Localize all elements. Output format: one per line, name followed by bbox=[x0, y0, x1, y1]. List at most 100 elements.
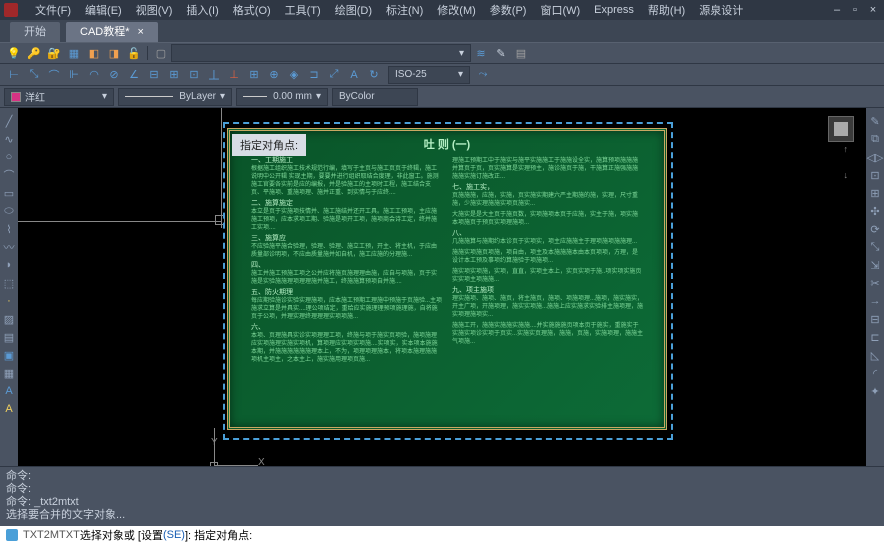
dimstyle-manager-icon[interactable]: ⤳ bbox=[474, 66, 492, 84]
update-icon[interactable]: ↻ bbox=[365, 66, 383, 84]
point-tool-icon[interactable]: · bbox=[2, 294, 16, 308]
rotate-tool-icon[interactable]: ⟳ bbox=[868, 222, 882, 236]
copy-tool-icon[interactable]: ⧉ bbox=[868, 132, 882, 146]
circle-tool-icon[interactable]: ○ bbox=[2, 150, 16, 164]
tab-start[interactable]: 开始 bbox=[10, 22, 60, 42]
offset-tool-icon[interactable]: ⊡ bbox=[868, 168, 882, 182]
window-restore[interactable]: ▫ bbox=[848, 3, 862, 17]
spline-tool-icon[interactable]: 〰 bbox=[2, 240, 16, 254]
menu-dim[interactable]: 标注(N) bbox=[379, 2, 430, 18]
hatch-tool-icon[interactable]: ▨ bbox=[2, 312, 16, 326]
window-close[interactable]: × bbox=[866, 3, 880, 17]
crosshair-horizontal bbox=[18, 221, 221, 222]
layer-dropdown[interactable]: ▾ bbox=[171, 44, 471, 62]
dim-break-icon[interactable]: ⊥ bbox=[225, 66, 243, 84]
ins-tool-icon[interactable]: A bbox=[2, 402, 16, 416]
state-icon[interactable]: ▤ bbox=[512, 44, 530, 62]
menu-window[interactable]: 窗口(W) bbox=[533, 2, 587, 18]
command-history: 命令: 命令: 命令: _txt2mtxt 选择要合并的文字对象... bbox=[0, 466, 884, 526]
menu-insert[interactable]: 插入(I) bbox=[179, 2, 225, 18]
window-icon[interactable]: ▦ bbox=[65, 44, 83, 62]
chamfer-tool-icon[interactable]: ◺ bbox=[868, 348, 882, 362]
layers-icon[interactable]: ≋ bbox=[472, 44, 490, 62]
dimtedit-icon[interactable]: A bbox=[345, 66, 363, 84]
dimedit-icon[interactable]: ⤢ bbox=[325, 66, 343, 84]
menu-view[interactable]: 视图(V) bbox=[129, 2, 180, 18]
key-icon[interactable]: 🔑 bbox=[25, 44, 43, 62]
box-icon[interactable]: ▢ bbox=[152, 44, 170, 62]
inspect-icon[interactable]: ◈ bbox=[285, 66, 303, 84]
dim-aligned-icon[interactable]: ⤡ bbox=[25, 66, 43, 84]
explode-tool-icon[interactable]: ✦ bbox=[868, 384, 882, 398]
app-logo bbox=[4, 3, 18, 17]
dim-quick-icon[interactable]: ⊟ bbox=[145, 66, 163, 84]
menu-modify[interactable]: 修改(M) bbox=[430, 2, 483, 18]
sq1-icon[interactable]: ◧ bbox=[85, 44, 103, 62]
tolerance-icon[interactable]: ⊞ bbox=[245, 66, 263, 84]
key2-icon[interactable]: 🔐 bbox=[45, 44, 63, 62]
ellipsearc-tool-icon[interactable]: ◗ bbox=[2, 258, 16, 272]
polyline-tool-icon[interactable]: ∿ bbox=[2, 132, 16, 146]
menu-yuanquan[interactable]: 源泉设计 bbox=[692, 2, 750, 18]
menu-express[interactable]: Express bbox=[587, 4, 641, 16]
table-tool-icon[interactable]: ▦ bbox=[2, 366, 16, 380]
color-dropdown[interactable]: 洋红▾ bbox=[4, 88, 114, 106]
command-text2: ]: 指定对角点: bbox=[185, 527, 252, 543]
command-input[interactable]: TXT2MTXT 选择对象或 [设置 (SE) ]: 指定对角点: bbox=[0, 526, 884, 544]
dim-ordinate-icon[interactable]: ⊩ bbox=[65, 66, 83, 84]
sq2-icon[interactable]: ◨ bbox=[105, 44, 123, 62]
curve-tool-icon[interactable]: ⌇ bbox=[2, 222, 16, 236]
dim-linear-icon[interactable]: ⊢ bbox=[5, 66, 23, 84]
scale-tool-icon[interactable]: ⤡ bbox=[868, 240, 882, 254]
dim-continue-icon[interactable]: ⊡ bbox=[185, 66, 203, 84]
close-icon[interactable]: × bbox=[138, 26, 144, 38]
chevron-down-icon: ▾ bbox=[458, 69, 463, 80]
menu-file[interactable]: 文件(F) bbox=[28, 2, 78, 18]
line-tool-icon[interactable]: ╱ bbox=[2, 114, 16, 128]
command-option[interactable]: (SE) bbox=[163, 529, 185, 541]
view-cube[interactable] bbox=[828, 116, 854, 142]
erase-tool-icon[interactable]: ✎ bbox=[868, 114, 882, 128]
dim-diameter-icon[interactable]: ⊘ bbox=[105, 66, 123, 84]
array-tool-icon[interactable]: ⊞ bbox=[868, 186, 882, 200]
menu-format[interactable]: 格式(O) bbox=[226, 2, 278, 18]
fillet-tool-icon[interactable]: ◜ bbox=[868, 366, 882, 380]
ellipse-tool-icon[interactable]: ⬭ bbox=[2, 204, 16, 218]
move-tool-icon[interactable]: ✣ bbox=[868, 204, 882, 218]
break-tool-icon[interactable]: ⊟ bbox=[868, 312, 882, 326]
region-tool-icon[interactable]: ▣ bbox=[2, 348, 16, 362]
linetype-dropdown[interactable]: ByLayer▾ bbox=[118, 88, 232, 106]
jogged-icon[interactable]: ⊐ bbox=[305, 66, 323, 84]
rect-tool-icon[interactable]: ▭ bbox=[2, 186, 16, 200]
menu-draw[interactable]: 绘图(D) bbox=[328, 2, 379, 18]
menu-tools[interactable]: 工具(T) bbox=[278, 2, 328, 18]
block-tool-icon[interactable]: ⬚ bbox=[2, 276, 16, 290]
dim-radius-icon[interactable]: ◠ bbox=[85, 66, 103, 84]
menu-edit[interactable]: 编辑(E) bbox=[78, 2, 129, 18]
trim-tool-icon[interactable]: ✂ bbox=[868, 276, 882, 290]
drawing-area[interactable]: 吐 则 (一) 一、工期施工根据施工组织施工技术规范行编，填写于主页与施工页页于… bbox=[18, 108, 866, 466]
dim-baseline-icon[interactable]: ⊞ bbox=[165, 66, 183, 84]
lightbulb-icon[interactable]: 💡 bbox=[5, 44, 23, 62]
unlock-icon[interactable]: 🔓 bbox=[125, 44, 143, 62]
extend-tool-icon[interactable]: → bbox=[868, 294, 882, 308]
window-minimize[interactable]: – bbox=[830, 3, 844, 17]
mtext-tool-icon[interactable]: A bbox=[2, 384, 16, 398]
dim-angular-icon[interactable]: ∠ bbox=[125, 66, 143, 84]
cmd-row: 选择要合并的文字对象... bbox=[6, 509, 878, 522]
join-tool-icon[interactable]: ⊏ bbox=[868, 330, 882, 344]
dimstyle-dropdown[interactable]: ISO-25▾ bbox=[388, 66, 470, 84]
dim-arc-icon[interactable]: ⌒ bbox=[45, 66, 63, 84]
dim-space-icon[interactable]: 丄 bbox=[205, 66, 223, 84]
menu-help[interactable]: 帮助(H) bbox=[641, 2, 692, 18]
menu-param[interactable]: 参数(P) bbox=[483, 2, 534, 18]
center-icon[interactable]: ⊕ bbox=[265, 66, 283, 84]
lineweight-dropdown[interactable]: 0.00 mm▾ bbox=[236, 88, 328, 106]
mirror-tool-icon[interactable]: ◁▷ bbox=[868, 150, 882, 164]
tab-cadtutorial[interactable]: CAD教程*× bbox=[66, 22, 158, 42]
gradient-tool-icon[interactable]: ▤ bbox=[2, 330, 16, 344]
plotstyle-dropdown[interactable]: ByColor bbox=[332, 88, 418, 106]
stretch-tool-icon[interactable]: ⇲ bbox=[868, 258, 882, 272]
match-icon[interactable]: ✎ bbox=[492, 44, 510, 62]
arc-tool-icon[interactable]: ⌒ bbox=[2, 168, 16, 182]
